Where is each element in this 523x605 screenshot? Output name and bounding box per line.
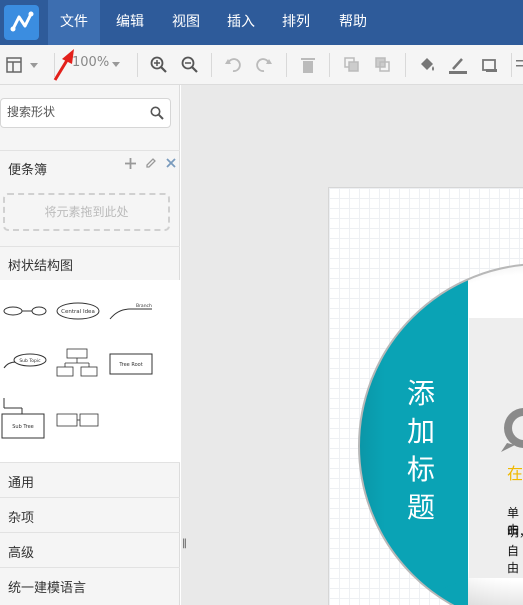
tree-section-header[interactable]: 树状结构图 <box>0 246 180 280</box>
shadow-button[interactable] <box>479 53 501 77</box>
toolbar-separator <box>405 53 406 77</box>
sub-tree-label: Sub Tree <box>12 424 34 430</box>
toolbar-separator <box>329 53 330 77</box>
red-arrow-annotation <box>53 49 74 81</box>
menu-help[interactable]: 帮助 <box>327 0 379 45</box>
shape-sub-tree[interactable]: Sub Tree <box>0 396 46 440</box>
sub-topic-label: Sub Topic <box>19 358 41 364</box>
close-icon[interactable] <box>166 158 176 168</box>
shape-tree-root[interactable]: Tree Root <box>108 352 154 376</box>
title-char: 题 <box>407 491 436 524</box>
menu-view[interactable]: 视图 <box>160 0 212 45</box>
title-char: 添 <box>407 377 436 410</box>
search-box <box>0 98 171 128</box>
delete-icon <box>301 58 315 73</box>
body-text-line: 自由 <box>507 544 520 575</box>
notebook-dropzone[interactable]: 将元素拖到此处 <box>3 193 170 231</box>
edit-icon[interactable] <box>145 157 157 169</box>
zoom-out-button[interactable] <box>179 53 201 77</box>
shape-org-chart[interactable] <box>55 347 101 381</box>
to-back-icon <box>375 57 390 72</box>
chevron-down-icon[interactable] <box>112 62 120 67</box>
shape-central-idea[interactable]: Central Idea <box>55 300 101 322</box>
delete-button[interactable] <box>297 53 319 77</box>
redo-button[interactable] <box>253 53 275 77</box>
sidebar-splitter-handle[interactable]: ‖ <box>182 538 187 549</box>
tree-section-label: 树状结构图 <box>8 259 74 274</box>
shape-mind-map[interactable] <box>2 300 48 322</box>
zoom-out-icon <box>181 56 198 73</box>
page-view-icon <box>6 57 38 73</box>
menu-file[interactable]: 文件 <box>48 0 100 45</box>
to-front-icon <box>344 57 359 72</box>
to-back-button[interactable] <box>372 53 394 77</box>
logo-icon <box>10 11 34 32</box>
title-char: 加 <box>407 415 436 448</box>
notebook-actions <box>125 157 176 169</box>
category-advanced[interactable]: 高级 <box>0 532 180 567</box>
undo-button[interactable] <box>222 53 244 77</box>
line-color-icon <box>449 58 467 74</box>
page-view-button[interactable] <box>5 53 41 77</box>
notebook-section-header[interactable]: 便条簿 <box>0 150 180 184</box>
body-text-line: 明， <box>507 525 523 539</box>
search-icon[interactable] <box>150 106 164 120</box>
menu-insert[interactable]: 插入 <box>215 0 267 45</box>
add-icon[interactable] <box>125 157 136 169</box>
tree-root-label: Tree Root <box>118 362 142 368</box>
category-misc[interactable]: 杂项 <box>0 497 180 532</box>
branch-label: Branch <box>136 303 152 309</box>
fill-color-button[interactable] <box>416 53 438 77</box>
app-logo[interactable] <box>4 5 39 40</box>
sidebar: 便条簿 将元素拖到此处 树状结构图 Central <box>0 85 180 605</box>
menu-edit[interactable]: 编辑 <box>104 0 156 45</box>
more-icon <box>516 60 523 67</box>
category-label: 高级 <box>8 546 35 561</box>
category-label: 杂项 <box>8 511 35 526</box>
menu-bar: 文件 编辑 视图 插入 排列 帮助 <box>0 0 523 45</box>
notebook-label: 便条簿 <box>8 163 48 178</box>
toolbar-separator <box>137 53 138 77</box>
toolbar-separator <box>211 53 212 77</box>
diagram-page[interactable]: 添 加 标 题 在 单击 明， 自由 <box>328 187 523 605</box>
category-label: 通用 <box>8 476 35 491</box>
to-front-button[interactable] <box>341 53 363 77</box>
zoom-in-icon <box>150 56 167 73</box>
undo-icon <box>225 58 241 72</box>
toolbar-separator <box>511 53 512 77</box>
toolbar-separator <box>286 53 287 77</box>
line-color-button[interactable] <box>447 53 469 77</box>
central-idea-label: Central Idea <box>61 309 95 315</box>
search-input[interactable] <box>7 105 147 119</box>
redo-icon <box>256 58 272 72</box>
title-char: 标 <box>407 453 436 486</box>
shape-branch[interactable]: Branch <box>108 298 154 322</box>
shape-sub-topic[interactable]: Sub Topic <box>2 350 48 374</box>
menu-arrange[interactable]: 排列 <box>270 0 322 45</box>
tree-shapes-panel: Central Idea Branch Sub Topic Tree Root <box>0 280 180 463</box>
shape-horizontal-tree[interactable] <box>55 410 101 430</box>
subtitle-text: 在 <box>507 464 523 483</box>
category-uml[interactable]: 统一建模语言 <box>0 567 180 602</box>
fill-color-icon <box>421 58 434 71</box>
category-general[interactable]: 通用 <box>0 462 180 497</box>
shadow-icon <box>482 59 497 72</box>
more-button[interactable] <box>514 53 523 77</box>
category-label: 统一建模语言 <box>8 581 87 596</box>
zoom-in-button[interactable] <box>148 53 170 77</box>
